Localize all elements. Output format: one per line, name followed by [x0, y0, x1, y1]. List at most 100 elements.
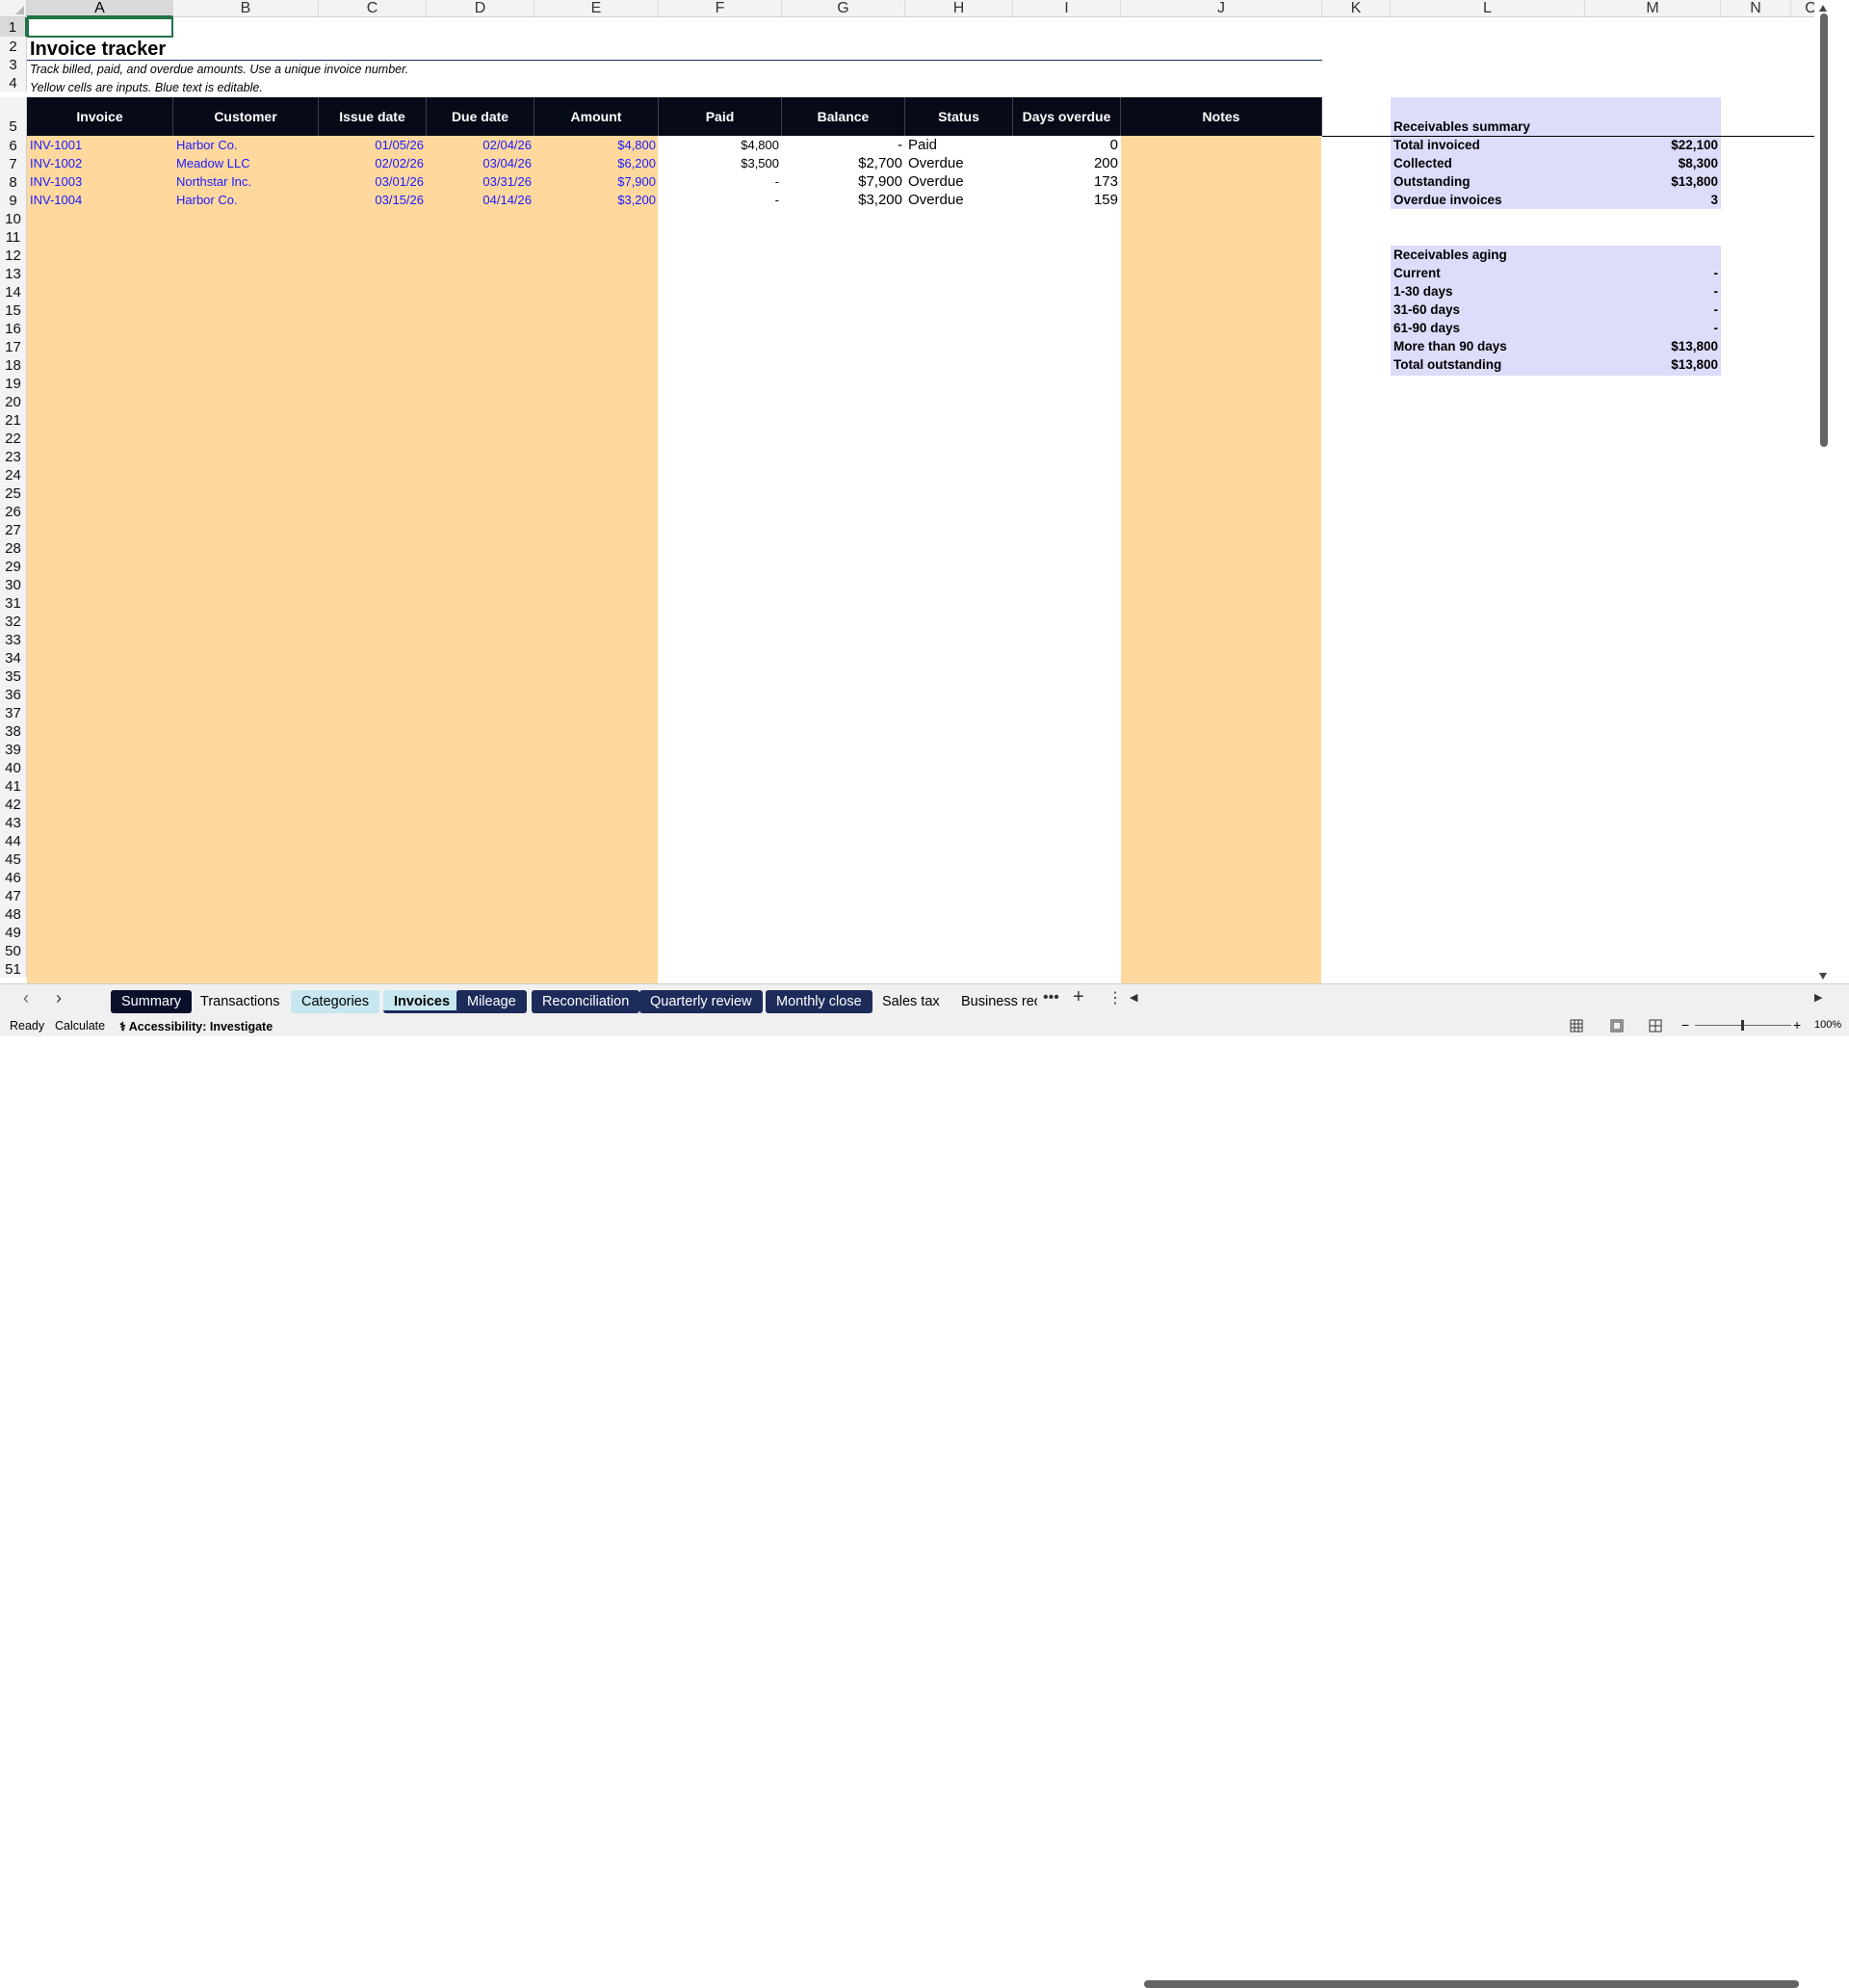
row-header-51[interactable]: 51 — [0, 959, 27, 978]
row-header-31[interactable]: 31 — [0, 593, 27, 612]
invoice-cell-due[interactable]: 02/04/26 — [427, 136, 534, 154]
row-header-16[interactable]: 16 — [0, 319, 27, 337]
invoice-cell-amount[interactable]: $3,200 — [534, 191, 659, 209]
tab-quarterly-review[interactable]: Quarterly review — [639, 990, 763, 1013]
row-header-5[interactable]: 5 — [0, 97, 27, 136]
column-header-n[interactable]: N — [1721, 0, 1791, 17]
zoom-level[interactable]: 100% — [1814, 1019, 1841, 1031]
column-header-d[interactable]: D — [427, 0, 534, 17]
row-header-14[interactable]: 14 — [0, 282, 27, 301]
row-header-48[interactable]: 48 — [0, 904, 27, 923]
tab-scroll-right-icon[interactable]: › — [56, 988, 62, 1008]
zoom-out-icon[interactable]: − — [1681, 1017, 1689, 1033]
row-header-18[interactable]: 18 — [0, 355, 27, 374]
row-header-32[interactable]: 32 — [0, 612, 27, 630]
row-header-35[interactable]: 35 — [0, 667, 27, 685]
tab-transactions[interactable]: Transactions — [190, 990, 290, 1013]
hscroll-right-icon[interactable]: ▶ — [1814, 991, 1822, 1004]
row-header-28[interactable]: 28 — [0, 538, 27, 557]
normal-view-icon[interactable] — [1570, 1019, 1583, 1033]
invoice-cell-amount[interactable]: $7,900 — [534, 172, 659, 191]
row-header-47[interactable]: 47 — [0, 886, 27, 904]
active-cell-a1[interactable] — [27, 17, 173, 38]
row-header-33[interactable]: 33 — [0, 630, 27, 648]
invoice-cell-due[interactable]: 03/04/26 — [427, 154, 534, 172]
row-header-46[interactable]: 46 — [0, 868, 27, 886]
invoice-cell-due[interactable]: 03/31/26 — [427, 172, 534, 191]
hscroll-left-icon[interactable]: ◀ — [1130, 991, 1137, 1004]
row-header-37[interactable]: 37 — [0, 703, 27, 721]
column-header-e[interactable]: E — [534, 0, 659, 17]
row-header-10[interactable]: 10 — [0, 209, 27, 227]
row-header-9[interactable]: 9 — [0, 191, 27, 209]
tab-reconciliation[interactable]: Reconciliation — [532, 990, 640, 1013]
vertical-scroll-thumb[interactable] — [1820, 13, 1828, 447]
row-header-21[interactable]: 21 — [0, 410, 27, 429]
invoice-cell-issue[interactable]: 01/05/26 — [319, 136, 427, 154]
invoice-cell-invoice[interactable]: INV-1003 — [27, 172, 173, 191]
tab-categories[interactable]: Categories — [291, 990, 380, 1013]
row-header-44[interactable]: 44 — [0, 831, 27, 850]
tab-invoices[interactable]: Invoices — [383, 990, 461, 1013]
page-break-preview-icon[interactable] — [1649, 1019, 1662, 1033]
row-header-42[interactable]: 42 — [0, 795, 27, 813]
row-header-40[interactable]: 40 — [0, 758, 27, 776]
row-header-36[interactable]: 36 — [0, 685, 27, 703]
select-all-corner[interactable] — [0, 0, 27, 17]
invoice-cell-customer[interactable]: Northstar Inc. — [173, 172, 319, 191]
row-header-27[interactable]: 27 — [0, 520, 27, 538]
row-header-38[interactable]: 38 — [0, 721, 27, 740]
row-header-7[interactable]: 7 — [0, 154, 27, 172]
row-header-25[interactable]: 25 — [0, 484, 27, 502]
row-header-12[interactable]: 12 — [0, 246, 27, 264]
invoice-cell-invoice[interactable]: INV-1001 — [27, 136, 173, 154]
row-header-50[interactable]: 50 — [0, 941, 27, 959]
row-header-19[interactable]: 19 — [0, 374, 27, 392]
row-header-1[interactable]: 1 — [0, 17, 27, 37]
column-header-a[interactable]: A — [27, 0, 173, 17]
invoice-cell-invoice[interactable]: INV-1004 — [27, 191, 173, 209]
row-header-49[interactable]: 49 — [0, 923, 27, 941]
horizontal-scroll-thumb[interactable] — [1144, 1980, 1799, 1988]
row-header-20[interactable]: 20 — [0, 392, 27, 410]
column-header-b[interactable]: B — [173, 0, 319, 17]
column-header-k[interactable]: K — [1322, 0, 1391, 17]
invoice-cell-issue[interactable]: 02/02/26 — [319, 154, 427, 172]
invoice-cell-invoice[interactable]: INV-1002 — [27, 154, 173, 172]
row-header-43[interactable]: 43 — [0, 813, 27, 831]
column-header-j[interactable]: J — [1121, 0, 1322, 17]
tab-business-rec[interactable]: Business rec — [951, 990, 1037, 1013]
row-header-23[interactable]: 23 — [0, 447, 27, 465]
tab-summary[interactable]: Summary — [111, 990, 193, 1013]
row-header-15[interactable]: 15 — [0, 301, 27, 319]
row-header-29[interactable]: 29 — [0, 557, 27, 575]
row-header-30[interactable]: 30 — [0, 575, 27, 593]
row-header-22[interactable]: 22 — [0, 429, 27, 447]
column-header-f[interactable]: F — [659, 0, 782, 17]
row-header-17[interactable]: 17 — [0, 337, 27, 355]
row-header-41[interactable]: 41 — [0, 776, 27, 795]
invoice-cell-issue[interactable]: 03/01/26 — [319, 172, 427, 191]
invoice-cell-customer[interactable]: Harbor Co. — [173, 191, 319, 209]
invoice-cell-issue[interactable]: 03/15/26 — [319, 191, 427, 209]
invoice-cell-due[interactable]: 04/14/26 — [427, 191, 534, 209]
row-header-2[interactable]: 2 — [0, 37, 27, 55]
invoice-cell-customer[interactable]: Harbor Co. — [173, 136, 319, 154]
row-header-3[interactable]: 3 — [0, 55, 27, 73]
row-header-26[interactable]: 26 — [0, 502, 27, 520]
page-layout-icon[interactable] — [1610, 1019, 1624, 1033]
vertical-scrollbar[interactable] — [1814, 0, 1832, 983]
tab-scroll-left-icon[interactable]: ‹ — [23, 988, 29, 1008]
invoice-cell-amount[interactable]: $4,800 — [534, 136, 659, 154]
row-header-45[interactable]: 45 — [0, 850, 27, 868]
tab-mileage[interactable]: Mileage — [456, 990, 527, 1013]
column-header-m[interactable]: M — [1585, 0, 1721, 17]
zoom-in-icon[interactable]: + — [1793, 1017, 1801, 1033]
tab-monthly-close[interactable]: Monthly close — [766, 990, 872, 1013]
status-calculate[interactable]: Calculate — [55, 1019, 105, 1033]
invoice-cell-amount[interactable]: $6,200 — [534, 154, 659, 172]
row-header-24[interactable]: 24 — [0, 465, 27, 484]
accessibility-status[interactable]: ⚕ Accessibility: Investigate — [119, 1019, 273, 1033]
column-header-c[interactable]: C — [319, 0, 427, 17]
row-header-4[interactable]: 4 — [0, 73, 27, 92]
